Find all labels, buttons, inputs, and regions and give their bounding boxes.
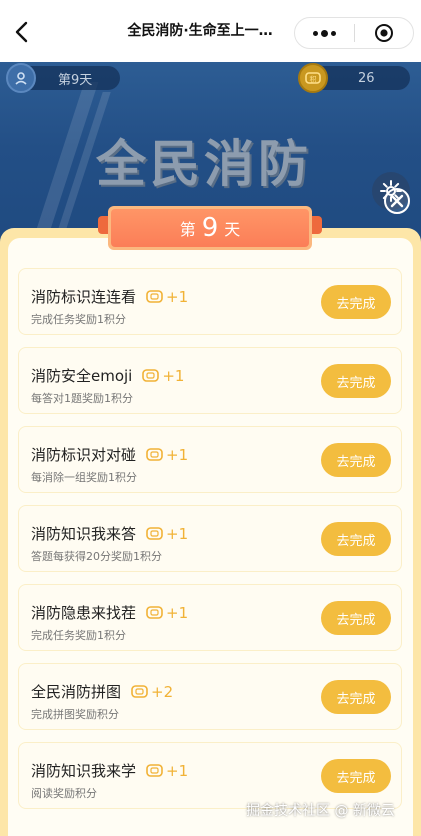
banner-title: 全民消防 [96, 135, 312, 193]
coin-icon [131, 685, 148, 698]
points-value: 26 [358, 70, 375, 86]
go-complete-button[interactable]: 去完成 [321, 680, 391, 714]
task-name: 消防标识对对碰 [31, 446, 137, 464]
task-reward-value: +1 [162, 366, 185, 385]
task-reward: +1 [146, 288, 188, 306]
task-description: 答题每获得20分奖励1积分 [31, 550, 162, 563]
mini-program-capsule [294, 17, 414, 49]
task-name: 消防标识连连看 [31, 288, 137, 306]
task-card: 消防标识对对碰 +1 每消除一组奖励1积分 去完成 [18, 426, 402, 493]
task-reward-value: +1 [166, 761, 189, 780]
task-reward-value: +1 [166, 287, 189, 306]
task-reward-value: +1 [166, 524, 189, 543]
go-complete-button[interactable]: 去完成 [321, 364, 391, 398]
task-name: 消防隐患来找茬 [31, 604, 137, 622]
task-name: 消防安全emoji [31, 367, 133, 385]
task-description: 每消除一组奖励1积分 [31, 471, 137, 484]
task-name: 全民消防拼图 [31, 683, 122, 701]
coin-icon [146, 290, 163, 303]
task-title-row: 消防标识连连看 +1 [31, 286, 188, 307]
coin-icon [146, 606, 163, 619]
go-complete-button[interactable]: 去完成 [321, 522, 391, 556]
task-description: 完成任务奖励1积分 [31, 629, 126, 642]
coin-icon [146, 764, 163, 777]
back-arrow-icon[interactable] [8, 18, 36, 46]
task-reward: +1 [146, 446, 188, 464]
task-description: 完成拼图奖励积分 [31, 708, 119, 721]
task-title-row: 消防知识我来答 +1 [31, 523, 188, 544]
task-card: 全民消防拼图 +2 完成拼图奖励积分 去完成 [18, 663, 402, 730]
task-reward-value: +1 [166, 445, 189, 464]
task-title-row: 消防标识对对碰 +1 [31, 444, 188, 465]
day-counter-pill: 第9天 [6, 63, 120, 93]
task-list: 消防标识连连看 +1 完成任务奖励1积分 去完成 消防安全emoji +1 每答对1题奖励1… [18, 268, 402, 821]
task-card: 消防知识我来学 +1 阅读奖励积分 去完成 [18, 742, 402, 809]
page-title: 全民消防·生命至上一… [127, 23, 273, 39]
task-reward: +2 [131, 683, 173, 701]
coin-icon [142, 369, 160, 382]
task-card: 消防知识我来答 +1 答题每获得20分奖励1积分 去完成 [18, 505, 402, 572]
top-nav-bar: 全民消防·生命至上一… [0, 0, 421, 62]
task-reward: +1 [146, 604, 188, 622]
task-card: 消防安全emoji +1 每答对1题奖励1积分 去完成 [18, 347, 402, 414]
target-circle-icon[interactable] [354, 18, 413, 48]
day-header-number: 9 [201, 213, 219, 243]
task-description: 阅读奖励积分 [31, 787, 97, 800]
coin-icon: 积 [298, 63, 328, 93]
task-reward: +1 [142, 367, 184, 385]
task-card: 消防隐患来找茬 +1 完成任务奖励1积分 去完成 [18, 584, 402, 651]
go-complete-button[interactable]: 去完成 [321, 759, 391, 793]
more-dots-icon[interactable] [295, 18, 354, 48]
day-header-suffix: 天 [224, 220, 241, 239]
day-header: 第 9 天 [108, 206, 312, 250]
task-description: 每答对1题奖励1积分 [31, 392, 133, 405]
coin-icon [146, 527, 163, 540]
task-reward-value: +1 [166, 603, 189, 622]
task-title-row: 消防隐患来找茬 +1 [31, 602, 188, 623]
svg-text:积: 积 [310, 75, 317, 84]
task-title-row: 全民消防拼图 +2 [31, 681, 173, 702]
task-title-row: 消防安全emoji +1 [31, 365, 184, 386]
coin-icon [146, 448, 163, 461]
task-name: 消防知识我来学 [31, 762, 137, 780]
watermark: 掘金技术社区 @ 新微云 [246, 803, 395, 819]
go-complete-button[interactable]: 去完成 [321, 601, 391, 635]
task-card: 消防标识连连看 +1 完成任务奖励1积分 去完成 [18, 268, 402, 335]
go-complete-button[interactable]: 去完成 [321, 285, 391, 319]
task-name: 消防知识我来答 [31, 525, 137, 543]
task-reward-value: +2 [151, 682, 174, 701]
task-description: 完成任务奖励1积分 [31, 313, 126, 326]
task-reward: +1 [146, 762, 188, 780]
close-icon[interactable] [384, 188, 410, 214]
day-header-prefix: 第 [179, 220, 196, 239]
go-complete-button[interactable]: 去完成 [321, 443, 391, 477]
task-title-row: 消防知识我来学 +1 [31, 760, 188, 781]
task-reward: +1 [146, 525, 188, 543]
day-counter-text: 第9天 [58, 72, 93, 88]
location-pin-icon [6, 63, 36, 93]
points-pill: 积 26 [298, 63, 410, 93]
